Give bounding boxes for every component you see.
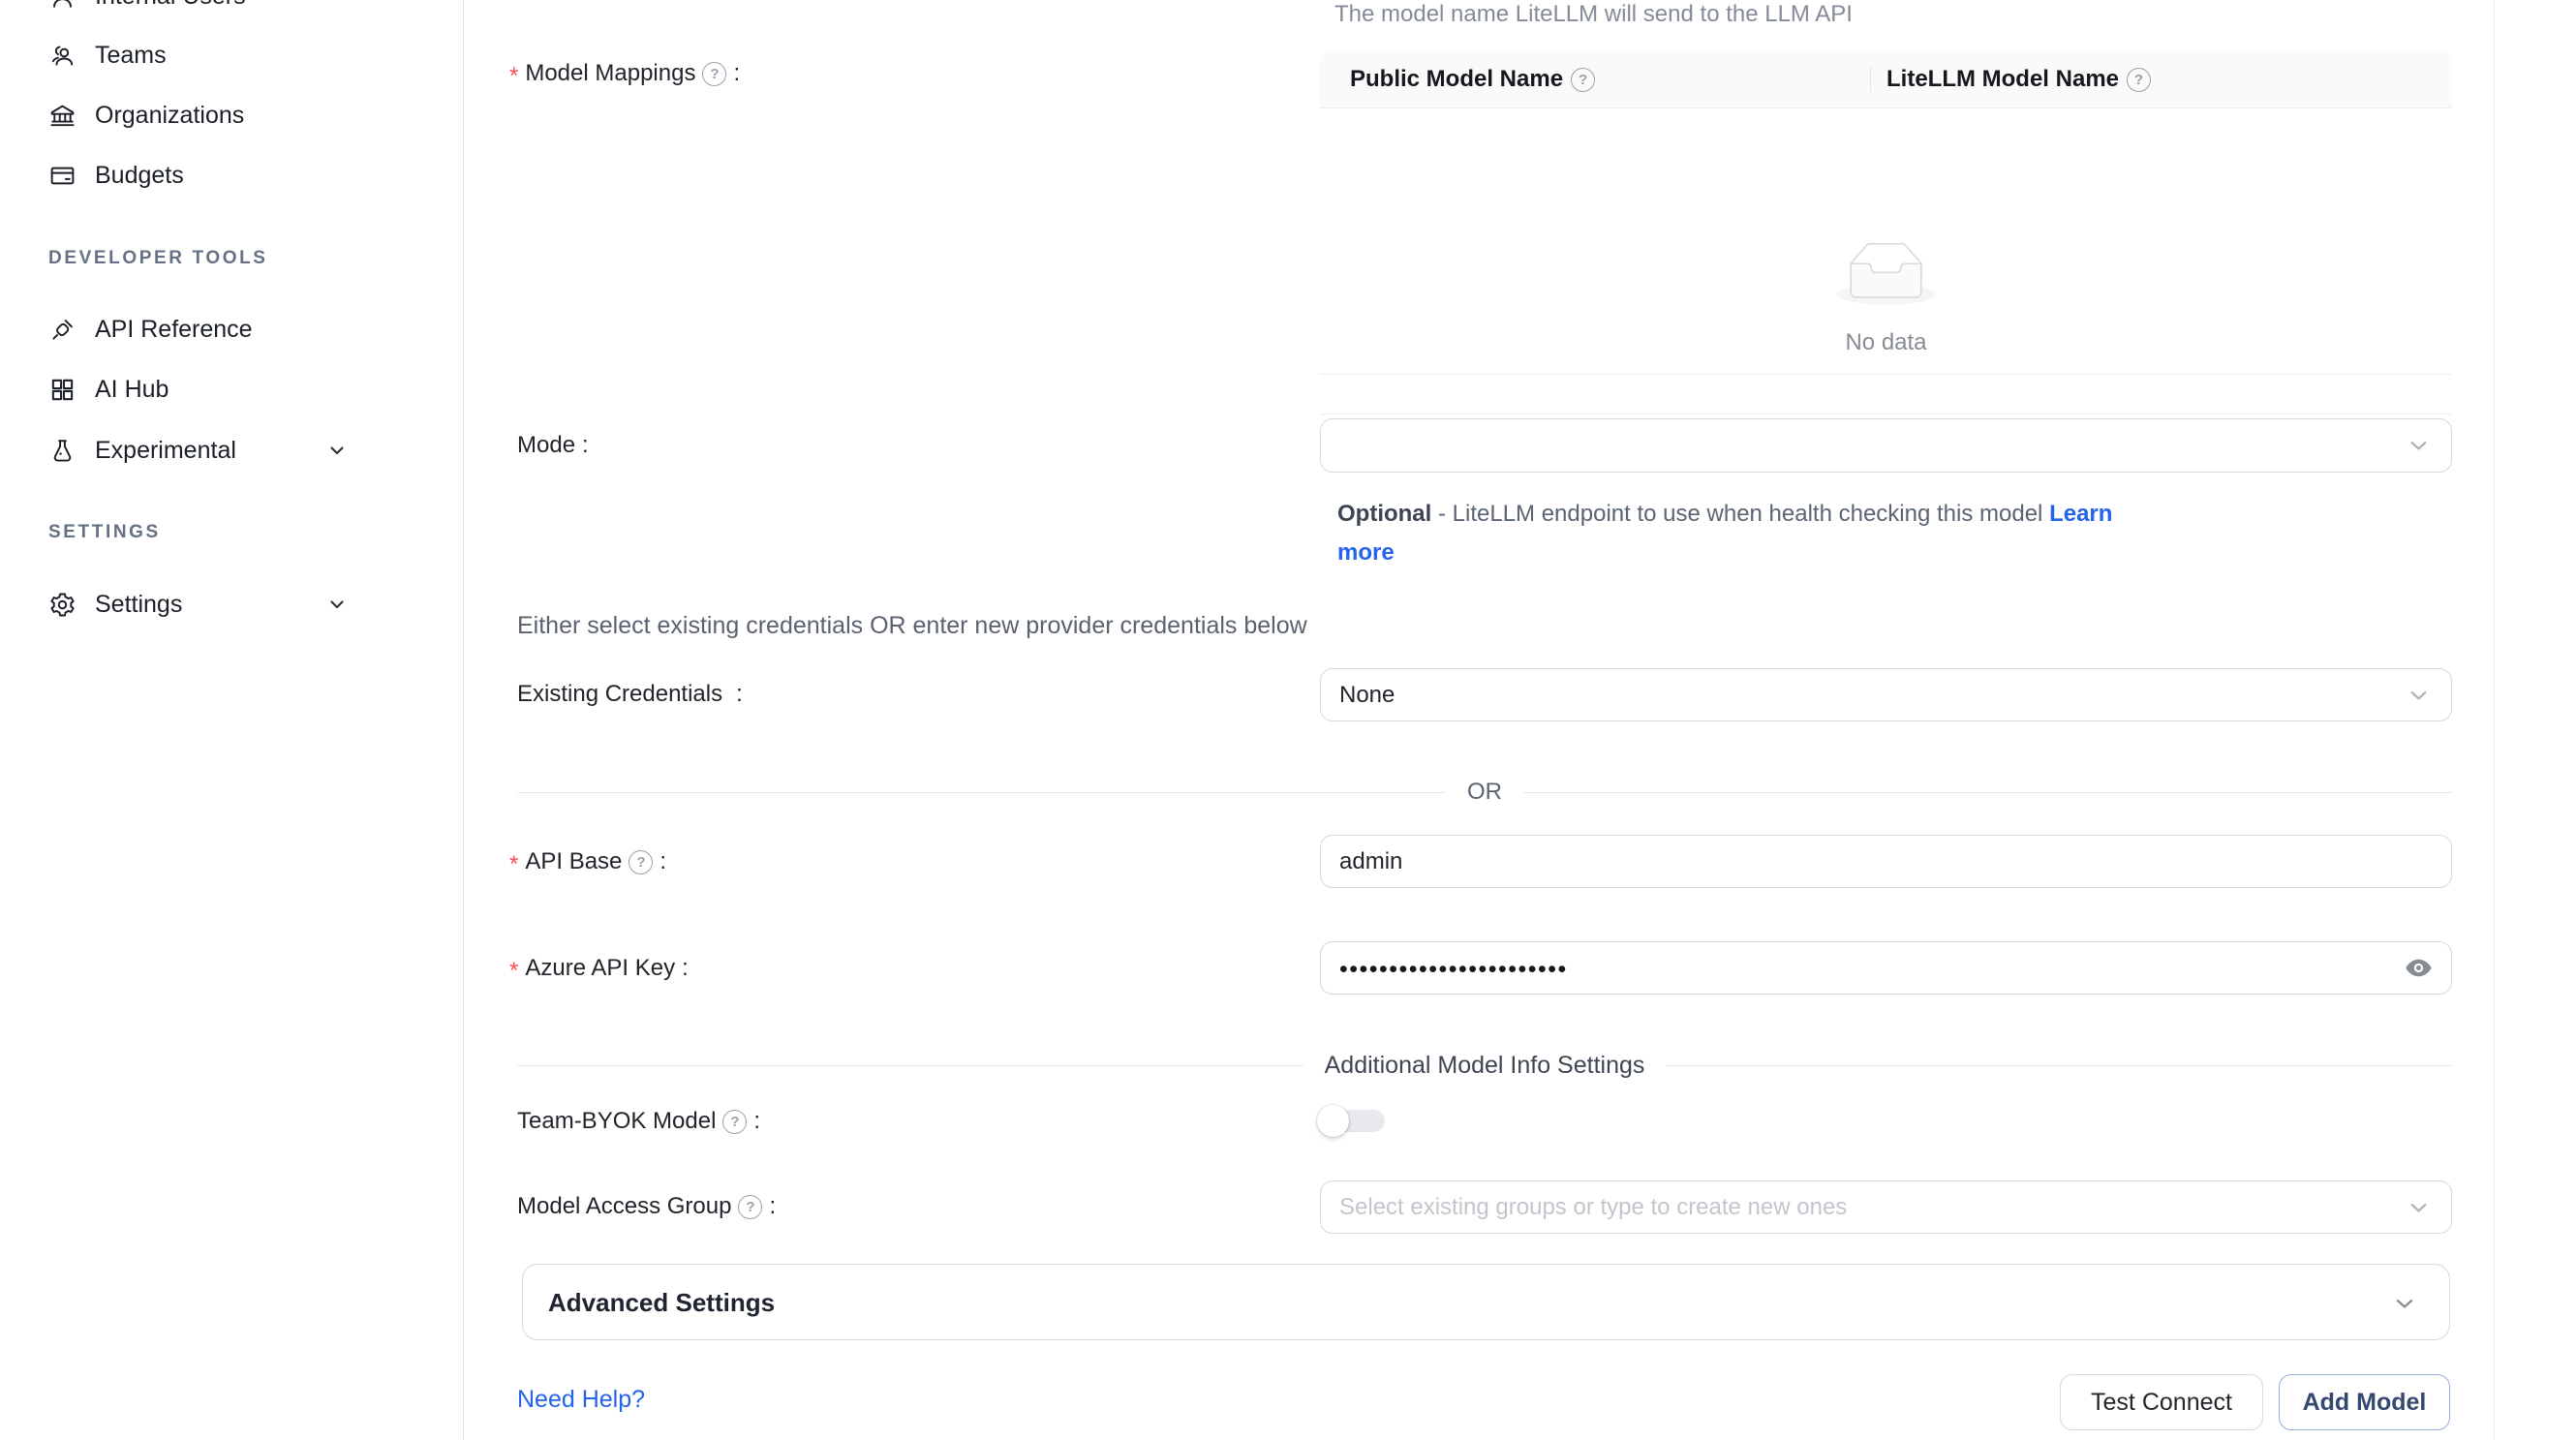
- column-header-public-model-name: Public Model Name ?: [1350, 50, 1595, 108]
- empty-inbox-icon: [1837, 242, 1935, 305]
- divider-line: [517, 1065, 1303, 1066]
- divider-line: [1523, 792, 2452, 793]
- help-icon[interactable]: ?: [2127, 68, 2151, 92]
- credit-card-icon: [48, 162, 77, 190]
- table-header-row: Public Model Name ? LiteLLM Model Name ?: [1320, 50, 2452, 108]
- azure-api-key-input[interactable]: •••••••••••••••••••••••: [1320, 941, 2452, 995]
- required-marker: *: [509, 851, 518, 878]
- add-model-button[interactable]: Add Model: [2279, 1374, 2450, 1430]
- mode-label: Mode :: [517, 428, 589, 463]
- appstore-grid-icon: [48, 376, 77, 404]
- sidebar-section-developer-tools: DEVELOPER TOOLS: [48, 248, 268, 269]
- sidebar-item-label: Teams: [95, 42, 167, 70]
- test-connect-button[interactable]: Test Connect: [2060, 1374, 2263, 1430]
- empty-state: No data: [1320, 108, 2452, 374]
- divider-line: [1666, 1065, 2452, 1066]
- table-empty-body: No data: [1320, 108, 2452, 375]
- credentials-note: Either select existing credentials OR en…: [517, 612, 1307, 640]
- divider-line: [517, 792, 1446, 793]
- sidebar-item-internal-users[interactable]: Internal Users: [0, 0, 464, 17]
- masked-password-value: •••••••••••••••••••••••: [1339, 956, 1568, 984]
- help-icon[interactable]: ?: [702, 62, 726, 86]
- api-base-label: * API Base ? :: [509, 844, 666, 879]
- existing-credentials-label: Existing Credentials :: [517, 677, 743, 712]
- sidebar-item-settings[interactable]: Settings: [0, 583, 464, 626]
- model-access-group-select[interactable]: Select existing groups or type to create…: [1320, 1180, 2452, 1234]
- content-right-divider: [2494, 0, 2495, 1440]
- learn-more-link[interactable]: more: [1337, 539, 1395, 566]
- sidebar-item-label: Settings: [95, 591, 182, 619]
- sidebar-item-ai-hub[interactable]: AI Hub: [0, 368, 464, 411]
- sidebar-item-experimental[interactable]: Experimental: [0, 429, 464, 472]
- existing-credentials-select[interactable]: None: [1320, 668, 2452, 721]
- or-divider: OR: [517, 777, 2452, 808]
- sidebar-item-label: API Reference: [95, 316, 253, 344]
- sidebar-item-label: Budgets: [95, 162, 184, 190]
- chevron-down-icon: [2406, 682, 2432, 708]
- model-mappings-label: * Model Mappings ? :: [509, 56, 740, 91]
- help-icon[interactable]: ?: [1571, 68, 1595, 92]
- sidebar-item-label: AI Hub: [95, 376, 169, 404]
- model-mappings-table: Public Model Name ? LiteLLM Model Name ?…: [1320, 50, 2452, 414]
- required-marker: *: [509, 958, 518, 985]
- table-footer-strip: [1320, 375, 2452, 414]
- sidebar: Internal Users Teams Organizations Budge…: [0, 0, 464, 1440]
- no-data-text: No data: [1320, 329, 2452, 356]
- sidebar-section-settings: SETTINGS: [48, 522, 161, 543]
- api-plug-icon: [48, 316, 77, 344]
- sidebar-item-budgets[interactable]: Budgets: [0, 154, 464, 197]
- chevron-down-icon: [2391, 1290, 2418, 1317]
- chevron-down-icon: [2406, 433, 2432, 459]
- azure-api-key-label: * Azure API Key :: [509, 951, 689, 986]
- required-marker: *: [509, 63, 518, 90]
- add-model-page: Internal Users Teams Organizations Budge…: [0, 0, 2576, 1440]
- sidebar-item-api-reference[interactable]: API Reference: [0, 308, 464, 351]
- api-base-input-wrap: [1320, 835, 2452, 888]
- user-icon: [48, 0, 77, 11]
- litellm-model-name-helper-text: The model name LiteLLM will send to the …: [1334, 1, 1853, 28]
- column-divider: [1870, 67, 1871, 92]
- experiment-flask-icon: [48, 437, 77, 465]
- sidebar-item-teams[interactable]: Teams: [0, 34, 464, 77]
- mode-helper-line2: more: [1337, 539, 1395, 567]
- gear-icon: [48, 591, 77, 619]
- team-byok-label: Team-BYOK Model ? :: [517, 1104, 760, 1139]
- learn-more-link[interactable]: Learn: [2049, 501, 2112, 527]
- eye-icon: [2404, 953, 2434, 983]
- sidebar-item-label: Organizations: [95, 102, 244, 130]
- toggle-password-visibility-button[interactable]: [2403, 953, 2434, 984]
- api-base-input[interactable]: [1321, 836, 2451, 887]
- help-icon[interactable]: ?: [738, 1195, 762, 1219]
- additional-model-info-divider: Additional Model Info Settings: [517, 1050, 2452, 1081]
- need-help-link[interactable]: Need Help?: [517, 1386, 645, 1414]
- help-icon[interactable]: ?: [629, 850, 653, 874]
- chevron-down-icon: [325, 593, 349, 616]
- team-byok-toggle[interactable]: [1320, 1109, 1385, 1133]
- chevron-down-icon: [2406, 1194, 2432, 1220]
- sidebar-item-label: Internal Users: [95, 0, 246, 11]
- sidebar-item-organizations[interactable]: Organizations: [0, 94, 464, 137]
- advanced-settings-panel[interactable]: Advanced Settings: [522, 1264, 2450, 1340]
- model-access-group-label: Model Access Group ? :: [517, 1189, 776, 1224]
- toggle-handle: [1317, 1105, 1349, 1137]
- advanced-settings-title: Advanced Settings: [548, 1265, 775, 1341]
- sidebar-item-label: Experimental: [95, 437, 236, 465]
- help-icon[interactable]: ?: [722, 1110, 747, 1134]
- column-header-litellm-model-name: LiteLLM Model Name ?: [1886, 50, 2151, 108]
- chevron-down-icon: [325, 439, 349, 462]
- bank-icon: [48, 102, 77, 130]
- mode-select[interactable]: [1320, 418, 2452, 473]
- team-icon: [48, 42, 77, 70]
- mode-helper-line1: Optional - LiteLLM endpoint to use when …: [1337, 501, 2112, 528]
